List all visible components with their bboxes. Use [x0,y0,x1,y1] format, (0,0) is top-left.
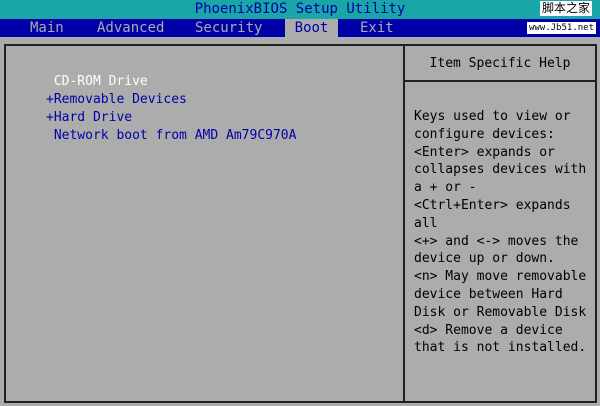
boot-item-network[interactable]: Network boot from AMD Am79C970A [46,127,297,145]
help-title: Item Specific Help [405,46,595,82]
tab-security[interactable]: Security [187,19,270,37]
panel-divider [403,46,405,401]
watermark-logo: 脚本之家 [539,1,592,16]
tab-advanced[interactable]: Advanced [89,19,172,37]
tab-boot[interactable]: Boot [285,19,338,37]
boot-item-removable[interactable]: +Removable Devices [46,91,187,109]
tab-exit[interactable]: Exit [352,19,402,37]
app-title: PhoenixBIOS Setup Utility [0,0,600,19]
help-text: Keys used to view or configure devices: … [414,109,587,356]
boot-panel: CD-ROM Drive +Removable Devices +Hard Dr… [4,44,597,403]
boot-item-hard-drive[interactable]: +Hard Drive [46,109,132,127]
tab-main[interactable]: Main [22,19,72,37]
watermark-url: www.Jb51.net [526,22,596,34]
boot-item-cdrom[interactable]: CD-ROM Drive [46,73,148,91]
menu-bar: Main Advanced Security Boot Exit www.Jb5… [0,19,600,37]
